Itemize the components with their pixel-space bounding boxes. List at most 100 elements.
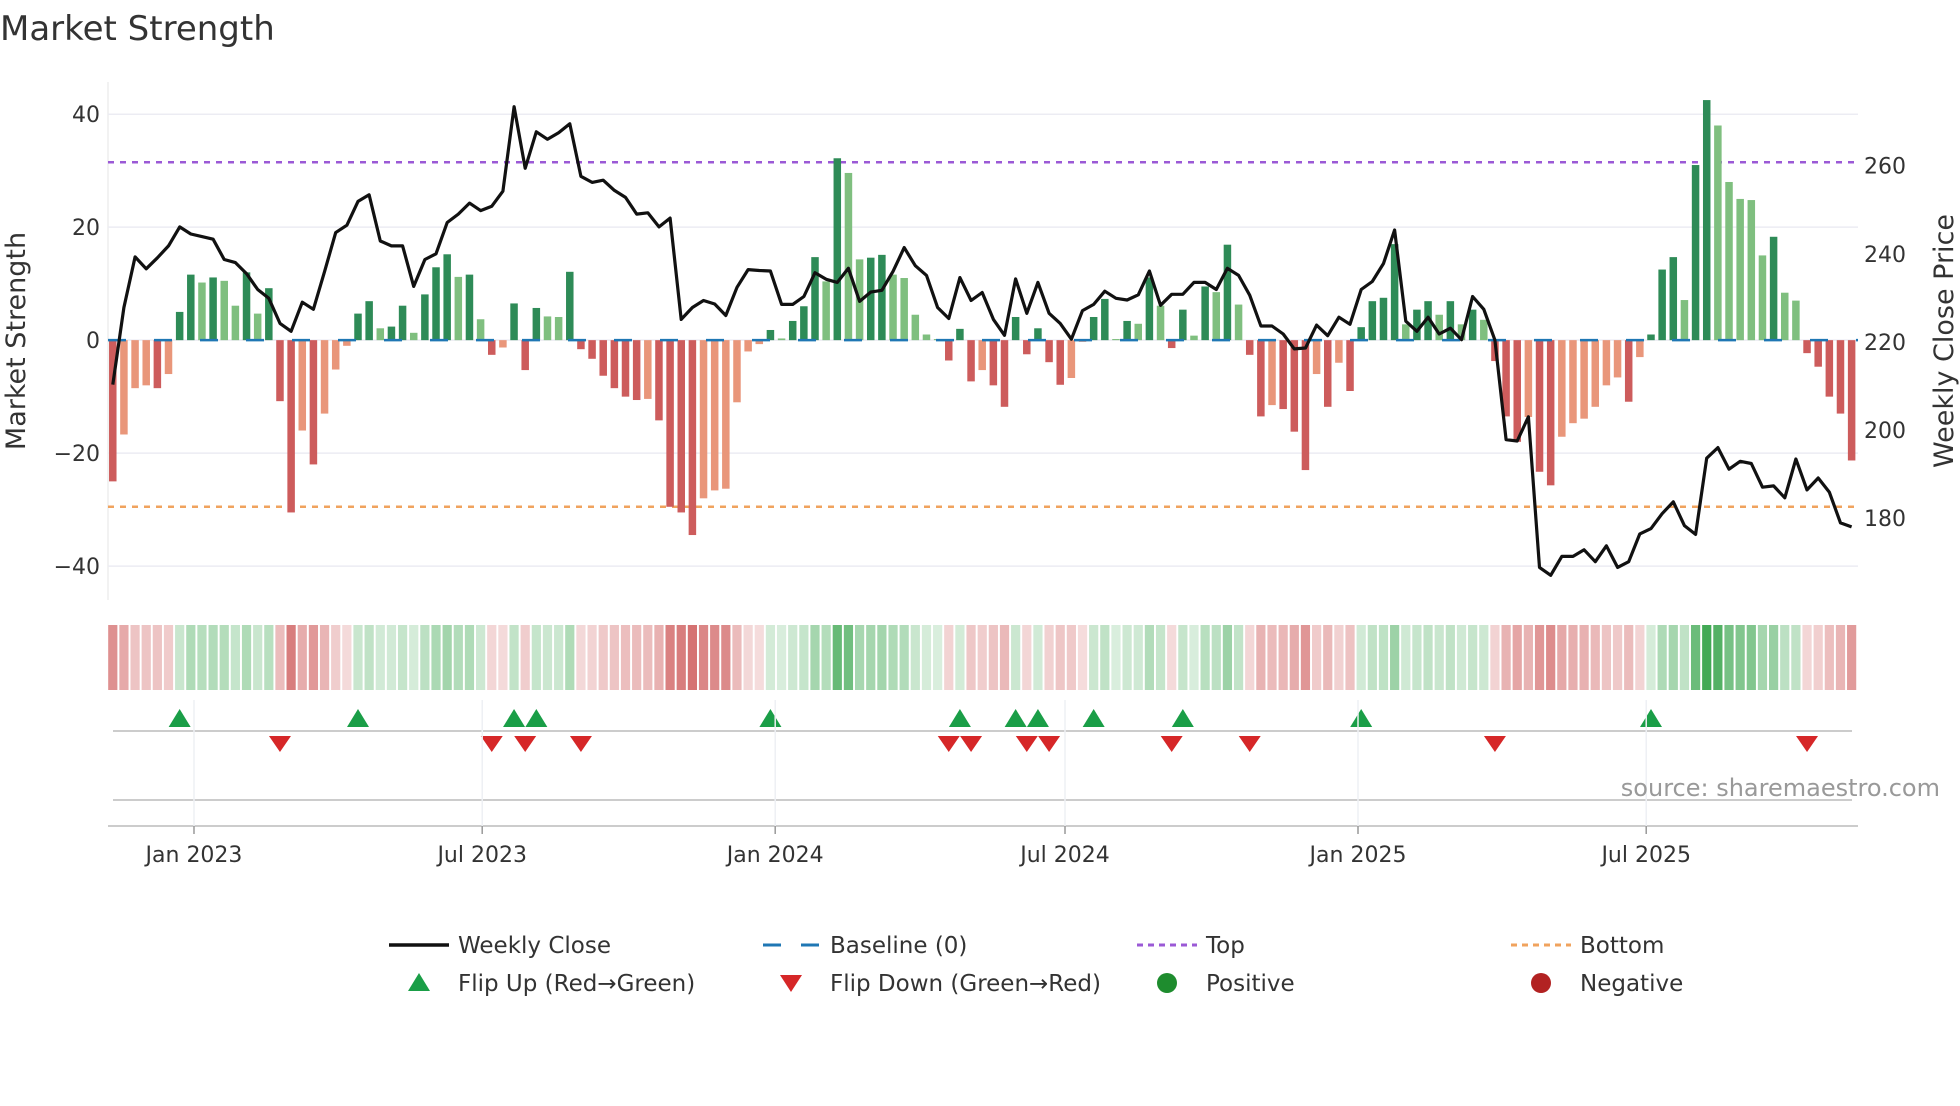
heat-cell <box>1679 625 1690 690</box>
y-axis-label: Market Strength <box>1 232 32 450</box>
flip-down-marker <box>1015 736 1038 752</box>
heat-cell <box>364 625 374 690</box>
heat-cell <box>1155 625 1166 690</box>
heat-cell <box>698 625 709 690</box>
heat-cell <box>108 625 118 690</box>
legend-label: Weekly Close <box>458 933 611 959</box>
strength-bar <box>588 340 596 359</box>
strength-bar <box>1045 340 1053 363</box>
y-tick-label: −20 <box>54 442 100 467</box>
strength-bar <box>1513 340 1521 442</box>
heat-cell <box>286 625 296 690</box>
flip-up-marker <box>948 709 971 727</box>
strength-bar <box>699 340 708 499</box>
heat-cell <box>643 625 653 690</box>
heat-cell <box>1144 625 1155 690</box>
strength-bar <box>1725 181 1733 341</box>
strength-bar <box>922 334 931 341</box>
heat-cell <box>1802 625 1812 690</box>
strength-bar <box>1357 327 1365 341</box>
heat-cell <box>1300 625 1311 690</box>
strength-bar <box>621 340 630 397</box>
heat-cell <box>487 625 497 690</box>
heat-cell <box>799 625 809 690</box>
heat-cell <box>1412 625 1422 690</box>
strength-bar <box>398 305 407 341</box>
heat-cell <box>1546 625 1556 690</box>
heat-cell <box>877 625 887 690</box>
legend-label: Flip Up (Red→Green) <box>458 971 695 997</box>
x-axis: Jan 2023 Jul 2023 Jan 2024 Jul 2024 Jan 2025… <box>108 700 1858 868</box>
heat-cell <box>933 625 943 690</box>
strength-bar <box>120 340 128 435</box>
strength-bar <box>409 332 418 341</box>
heat-cell <box>1769 625 1779 690</box>
heat-cell <box>710 625 720 690</box>
heat-cell <box>420 625 430 690</box>
strength-bar <box>1056 340 1064 385</box>
heat-cell <box>1668 625 1678 690</box>
flip-down-marker <box>1238 736 1261 752</box>
strength-bar <box>1323 340 1332 407</box>
heat-cell <box>921 625 932 690</box>
strength-bar <box>666 340 674 507</box>
heat-cell <box>1557 625 1567 690</box>
heat-cell <box>1824 625 1834 690</box>
x-tick-label: Jul 2025 <box>1599 843 1691 868</box>
heat-cell <box>1501 625 1511 690</box>
flip-down-marker <box>480 736 503 752</box>
y2-tick-label: 220 <box>1864 331 1906 356</box>
heat-cell <box>230 625 240 690</box>
heat-cell <box>1233 625 1244 690</box>
heat-cell <box>609 625 619 690</box>
heat-cell <box>843 625 854 690</box>
flip-down-marker <box>514 736 537 752</box>
strength-bar <box>889 274 897 341</box>
strength-bar <box>153 340 162 389</box>
heat-cell <box>1133 625 1143 690</box>
legend-label: Bottom <box>1580 933 1664 959</box>
x-tick-label: Jan 2023 <box>144 843 243 868</box>
heat-cell <box>565 625 575 690</box>
y2-tick-label: 260 <box>1864 155 1906 180</box>
heat-cell <box>1835 625 1846 690</box>
strength-bar <box>1680 300 1689 341</box>
strength-bar <box>844 172 853 341</box>
flip-up-marker <box>1639 709 1662 727</box>
strength-bar <box>1000 340 1009 407</box>
circle-icon <box>1157 973 1177 993</box>
heat-cell <box>130 625 140 690</box>
strength-bar <box>733 340 741 403</box>
heat-cell <box>1479 625 1489 690</box>
strength-bar <box>1145 277 1154 341</box>
strength-bar <box>1769 236 1778 341</box>
strength-bar <box>1814 340 1822 367</box>
heat-cell <box>1713 625 1723 690</box>
heat-cell <box>197 625 207 690</box>
heat-cell <box>342 625 352 690</box>
strength-bar <box>1067 340 1076 378</box>
strength-bar <box>800 306 808 341</box>
strength-bar <box>1569 340 1577 424</box>
strength-bar <box>1379 297 1388 341</box>
heat-cell <box>1534 625 1545 690</box>
strength-bar <box>1669 257 1678 341</box>
flip-down-marker <box>1160 736 1183 752</box>
heat-cell <box>442 625 452 690</box>
strength-bar <box>866 257 875 341</box>
strength-bar <box>610 340 619 389</box>
heat-cell <box>620 625 631 690</box>
strength-bar <box>1613 340 1622 378</box>
heat-cell <box>1200 625 1210 690</box>
strength-bar <box>443 254 451 341</box>
heat-cell <box>509 625 519 690</box>
flip-down-marker <box>937 736 960 752</box>
heat-cell <box>687 625 697 690</box>
heat-cell <box>1100 625 1110 690</box>
strength-bar <box>131 340 139 389</box>
strength-bar <box>710 340 719 491</box>
strength-bar <box>766 329 775 341</box>
strength-bar <box>1011 316 1020 341</box>
heat-cell <box>676 625 686 690</box>
flip-down-marker <box>1483 736 1506 752</box>
